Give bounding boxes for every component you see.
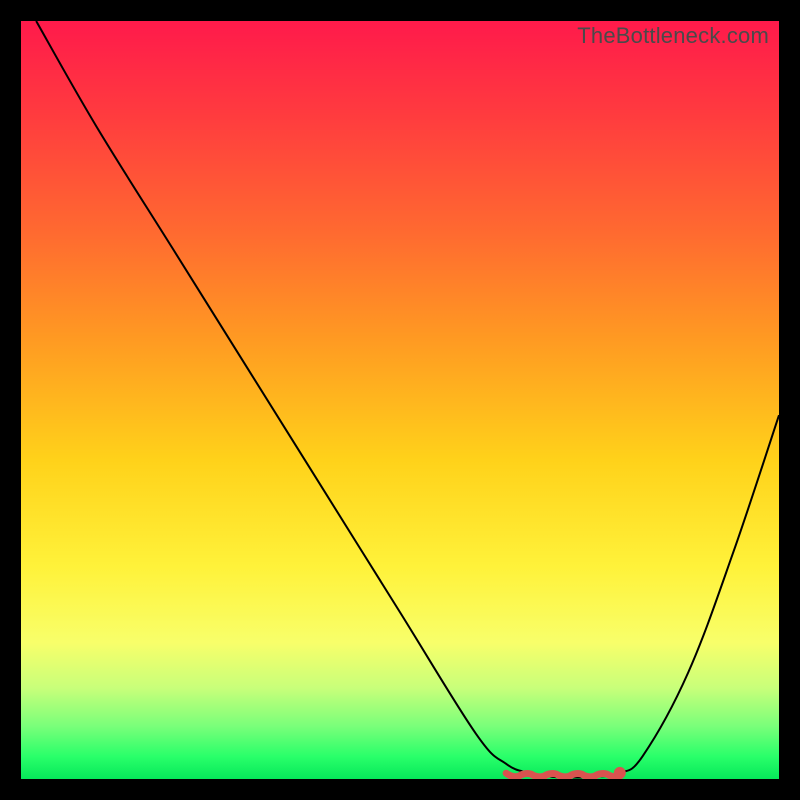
highlight-marker <box>21 21 779 779</box>
watermark-label: TheBottleneck.com <box>577 23 769 49</box>
chart-frame: TheBottleneck.com <box>0 0 800 800</box>
endpoint-dot <box>614 767 626 779</box>
plot-area: TheBottleneck.com <box>21 21 779 779</box>
marker-stroke <box>506 773 620 777</box>
